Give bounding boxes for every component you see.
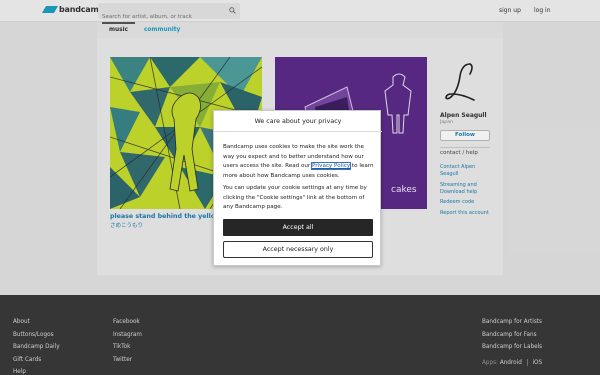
- dialog-body-2: You can update your cookie settings at a…: [223, 185, 367, 211]
- accept-necessary-button[interactable]: Accept necessary only: [223, 241, 373, 258]
- privacy-policy-link[interactable]: Privacy Policy: [311, 162, 352, 171]
- cookie-consent-dialog: We care about your privacy Bandcamp uses…: [213, 110, 382, 266]
- dialog-title: We care about your privacy: [214, 111, 382, 132]
- dialog-body-1: Bandcamp uses cookies to make the site w…: [223, 143, 375, 181]
- accept-all-button[interactable]: Accept all: [223, 219, 373, 236]
